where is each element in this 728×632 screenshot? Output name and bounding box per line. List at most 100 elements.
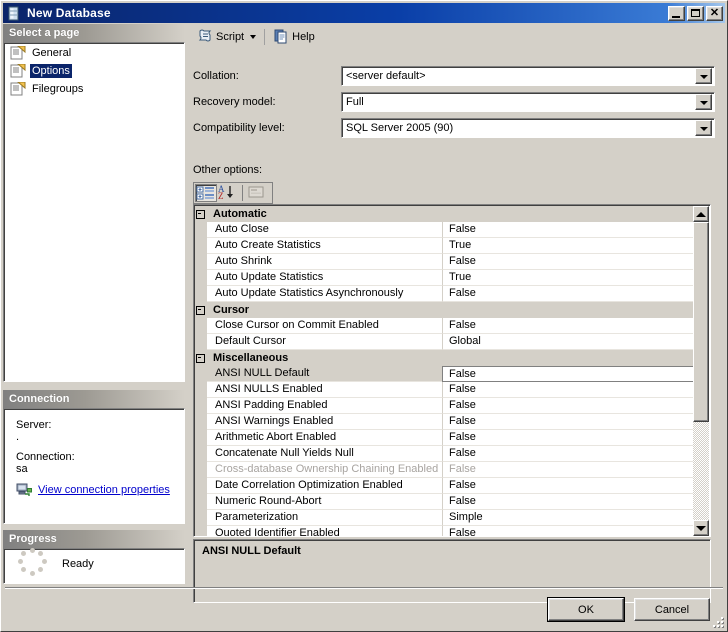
scroll-down-button[interactable] xyxy=(693,520,709,536)
scrollbar-track[interactable] xyxy=(693,222,709,520)
property-row[interactable]: Date Correlation Optimization Enabled Fal… xyxy=(195,478,694,494)
view-connection-properties-link[interactable]: View connection properties xyxy=(38,484,170,496)
property-name: Auto Shrink xyxy=(207,254,443,270)
property-name: Auto Create Statistics xyxy=(207,238,443,254)
property-value[interactable]: True xyxy=(443,238,694,254)
collation-combobox[interactable]: <server default> xyxy=(341,66,715,86)
connection-label: Connection: xyxy=(16,451,75,463)
chevron-down-icon[interactable] xyxy=(695,68,712,84)
help-label: Help xyxy=(292,31,315,43)
property-value[interactable]: False xyxy=(443,526,694,536)
property-row[interactable]: Auto Update Statistics Asynchronously Fal… xyxy=(195,286,694,302)
window-title: New Database xyxy=(27,6,111,20)
property-row[interactable]: Close Cursor on Commit Enabled False xyxy=(195,318,694,334)
property-value[interactable]: True xyxy=(443,270,694,286)
row-gutter xyxy=(195,478,207,494)
chevron-down-icon[interactable] xyxy=(695,120,712,136)
property-row[interactable]: Auto Update Statistics True xyxy=(195,270,694,286)
resize-grip[interactable] xyxy=(711,615,725,629)
property-row[interactable]: Auto Close False xyxy=(195,222,694,238)
property-value[interactable]: False xyxy=(443,382,694,398)
row-gutter xyxy=(195,254,207,270)
property-value[interactable]: False xyxy=(443,286,694,302)
scroll-up-button[interactable] xyxy=(693,206,709,222)
chevron-down-icon[interactable] xyxy=(695,94,712,110)
help-button[interactable]: Help xyxy=(269,27,319,47)
property-value[interactable]: False xyxy=(443,478,694,494)
property-value[interactable]: False xyxy=(443,254,694,270)
property-row[interactable]: ANSI NULLS Enabled False xyxy=(195,382,694,398)
property-row[interactable]: Default Cursor Global xyxy=(195,334,694,350)
property-row[interactable]: Parameterization Simple xyxy=(195,510,694,526)
categorized-view-button[interactable] xyxy=(195,184,217,202)
property-value[interactable]: False xyxy=(443,462,694,478)
ok-button[interactable]: OK xyxy=(547,597,625,622)
property-row[interactable]: Cross-database Ownership Chaining Enable… xyxy=(195,462,694,478)
recovery-model-combobox[interactable]: Full xyxy=(341,92,715,112)
property-value[interactable]: False xyxy=(443,494,694,510)
connection-header: Connection xyxy=(3,390,185,408)
property-row[interactable]: Auto Shrink False xyxy=(195,254,694,270)
property-category-row[interactable]: Miscellaneous xyxy=(195,350,694,366)
sidebar-item-general[interactable]: General xyxy=(4,45,184,61)
property-grid[interactable]: Automatic Auto Close False Auto Create Stat… xyxy=(193,204,711,537)
property-category-row[interactable]: Automatic xyxy=(195,206,694,222)
progress-panel: Ready xyxy=(3,548,185,584)
page-list: General Options Filegroups xyxy=(3,42,185,382)
title-bar[interactable]: New Database ✕ xyxy=(3,3,725,23)
server-connection-icon xyxy=(16,483,32,497)
compatibility-level-combobox[interactable]: SQL Server 2005 (90) xyxy=(341,118,715,138)
property-row[interactable]: ANSI Padding Enabled False xyxy=(195,398,694,414)
collapse-toggle-icon[interactable] xyxy=(195,302,207,318)
sidebar-item-filegroups[interactable]: Filegroups xyxy=(4,81,184,97)
description-title: ANSI NULL Default xyxy=(202,545,301,557)
chevron-down-icon[interactable] xyxy=(250,35,257,39)
property-name: Cross-database Ownership Chaining Enable… xyxy=(207,462,443,478)
row-gutter xyxy=(195,366,207,382)
property-row[interactable]: ANSI Warnings Enabled False xyxy=(195,414,694,430)
cancel-button[interactable]: Cancel xyxy=(634,598,710,621)
property-value[interactable]: False xyxy=(442,366,694,382)
sidebar-item-label: Options xyxy=(30,64,72,78)
collapse-toggle-icon[interactable] xyxy=(195,350,207,366)
progress-spinner-icon xyxy=(16,548,48,580)
options-page: Script Help Collation: <server default> … xyxy=(189,24,725,603)
sidebar-item-options[interactable]: Options xyxy=(4,63,184,79)
property-name: Auto Update Statistics xyxy=(207,270,443,286)
collapse-toggle-icon[interactable] xyxy=(195,206,207,222)
dialog-body: Select a page General Options Filegroups… xyxy=(3,24,725,603)
property-value[interactable]: False xyxy=(443,222,694,238)
property-row[interactable]: ANSI NULL Default False xyxy=(195,366,694,382)
maximize-button[interactable] xyxy=(687,5,704,21)
row-gutter xyxy=(195,222,207,238)
property-row[interactable]: Auto Create Statistics True xyxy=(195,238,694,254)
alphabetical-sort-button[interactable]: A Z xyxy=(217,184,239,202)
property-value[interactable]: False xyxy=(443,414,694,430)
property-value[interactable]: False xyxy=(443,430,694,446)
scrollbar-thumb[interactable] xyxy=(693,222,709,422)
property-pages-button[interactable] xyxy=(246,184,268,202)
property-value[interactable]: Global xyxy=(443,334,694,350)
property-row[interactable]: Arithmetic Abort Enabled False xyxy=(195,430,694,446)
property-row[interactable]: Concatenate Null Yields Null False xyxy=(195,446,694,462)
close-icon: ✕ xyxy=(709,6,720,19)
property-value[interactable]: Simple xyxy=(443,510,694,526)
script-button[interactable]: Script xyxy=(193,27,260,47)
property-value[interactable]: False xyxy=(443,318,694,334)
property-row[interactable]: Numeric Round-Abort False xyxy=(195,494,694,510)
progress-header: Progress xyxy=(3,530,185,548)
property-row[interactable]: Quoted Identifier Enabled False xyxy=(195,526,694,536)
minimize-button[interactable] xyxy=(668,5,685,21)
row-gutter xyxy=(195,446,207,462)
collation-label: Collation: xyxy=(193,70,239,82)
property-category-row[interactable]: Cursor xyxy=(195,302,694,318)
view-connection-properties-row[interactable]: View connection properties xyxy=(16,483,176,497)
property-name: Quoted Identifier Enabled xyxy=(207,526,443,536)
property-grid-scrollbar[interactable] xyxy=(693,206,709,536)
cancel-label: Cancel xyxy=(654,603,690,616)
property-value[interactable]: False xyxy=(443,446,694,462)
close-button[interactable]: ✕ xyxy=(706,5,723,21)
recovery-model-value: Full xyxy=(346,96,364,108)
property-value[interactable]: False xyxy=(443,398,694,414)
property-name: Auto Close xyxy=(207,222,443,238)
